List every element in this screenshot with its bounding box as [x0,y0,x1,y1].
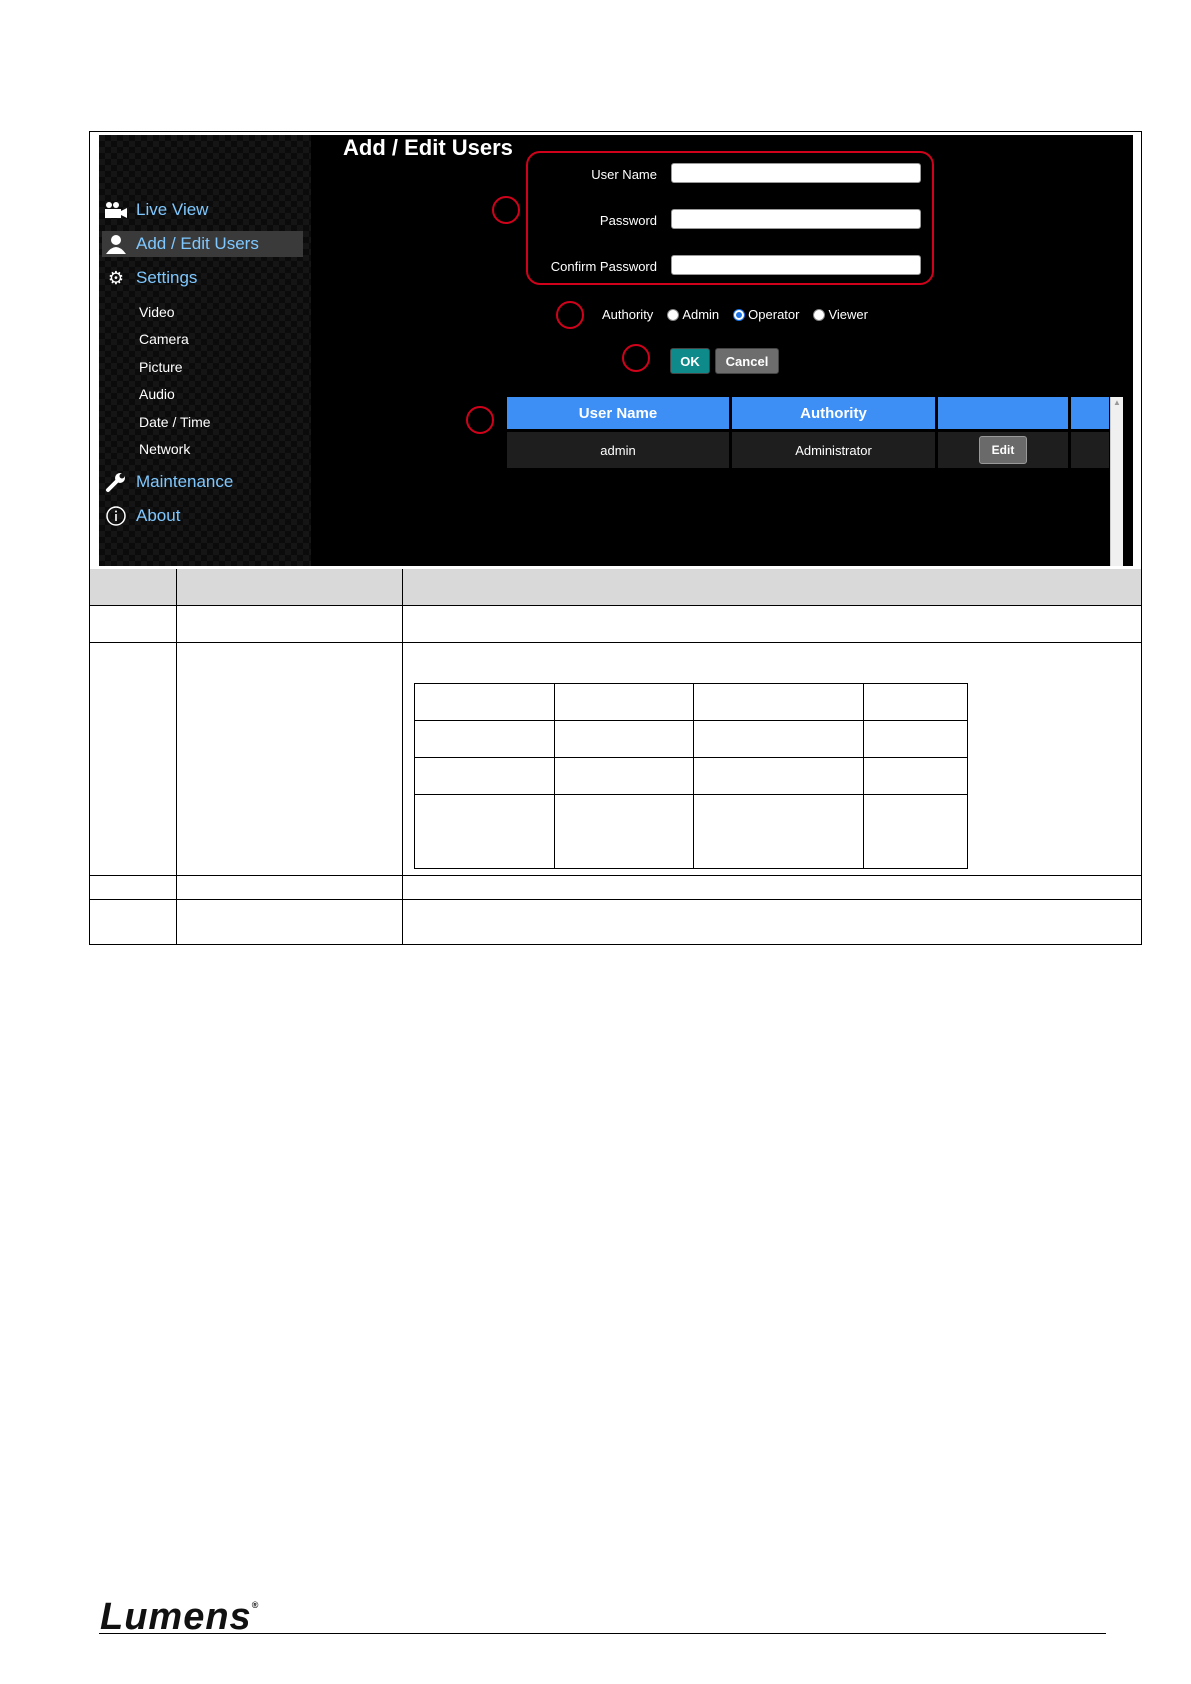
table-row [414,683,968,721]
password-input[interactable] [671,209,921,229]
settings-screenshot: Live View Add / Edit Users ⚙ Settings Vi… [99,135,1133,566]
nav-live-view-label: Live View [136,200,209,219]
user-icon [102,232,130,256]
authority-row: Authority Admin Operator Viewer [602,307,868,322]
cell-spacer [1071,432,1109,468]
authority-viewer-radio[interactable] [813,308,826,321]
ok-button[interactable]: OK [670,348,710,374]
table-cell [863,794,968,869]
nav-picture[interactable]: Picture [139,359,183,375]
users-table-scrollbar[interactable]: ▲ [1110,397,1123,566]
users-table-header: User Name Authority [507,397,1109,429]
table-cell [414,720,555,758]
page-title: Add / Edit Users [343,135,513,160]
doc-table-header [90,569,1141,605]
doc-table-column-rule [176,569,177,945]
gear-icon: ⚙ [107,267,125,288]
nav-live-view[interactable]: Live View [102,197,208,223]
header-spacer [1071,397,1109,429]
table-row [414,794,968,869]
authority-admin-label: Admin [682,307,720,322]
table-cell [693,794,864,869]
table-cell [554,683,694,721]
table-cell [414,683,555,721]
nav-audio[interactable]: Audio [139,386,175,402]
nav-maintenance[interactable]: Maintenance [102,469,233,495]
annotation-marker-3 [622,344,650,372]
cell-actions: Edit [938,432,1068,468]
table-cell [414,794,555,869]
cancel-button[interactable]: Cancel [715,348,779,374]
table-cell [554,757,694,795]
table-row [414,720,968,758]
nav-camera[interactable]: Camera [139,331,189,347]
user-name-input[interactable] [671,163,921,183]
doc-table-column-rule [402,569,403,945]
users-table: User Name Authority admin Administrator … [504,394,1112,471]
footer-rule [99,1633,1106,1634]
confirm-password-input[interactable] [671,255,921,275]
table-cell [863,720,968,758]
table-row [414,757,968,795]
scroll-up-icon[interactable]: ▲ [1111,397,1123,409]
logo-text: Lumens [100,1596,252,1638]
table-cell [693,720,864,758]
permissions-table [414,683,968,869]
info-icon [102,504,130,528]
nav-network[interactable]: Network [139,441,190,457]
header-actions [938,397,1068,429]
nav-video[interactable]: Video [139,304,175,320]
cell-authority: Administrator [732,432,935,468]
nav-add-edit-users[interactable]: Add / Edit Users [102,231,303,257]
registered-mark: ® [251,1600,260,1610]
nav-maintenance-label: Maintenance [136,472,234,491]
table-cell [693,757,864,795]
nav-about-label: About [136,506,181,525]
authority-label: Authority [602,307,654,322]
authority-operator-label: Operator [748,307,800,322]
nav-about[interactable]: About [102,503,180,529]
table-cell [863,683,968,721]
table-row: admin Administrator Edit [507,432,1109,468]
table-cell [693,683,864,721]
password-label: Password [599,213,657,228]
nav-add-edit-users-label: Add / Edit Users [136,234,259,253]
authority-admin-radio[interactable] [667,308,680,321]
doc-table-rule [89,605,1142,606]
nav-settings[interactable]: ⚙ Settings [102,265,198,291]
annotation-marker-2 [556,301,584,329]
video-camera-icon [102,198,130,222]
edit-button[interactable]: Edit [978,436,1028,464]
header-user-name: User Name [507,397,729,429]
header-authority: Authority [732,397,935,429]
table-cell [554,794,694,869]
sidebar: Live View Add / Edit Users ⚙ Settings Vi… [99,135,311,566]
cell-user-name: admin [507,432,729,468]
confirm-password-label: Confirm Password [550,259,657,274]
table-cell [863,757,968,795]
nav-settings-label: Settings [136,268,198,287]
doc-table-rule [89,642,1142,643]
user-name-label: User Name [591,167,657,182]
doc-table-rule [89,875,1142,876]
table-cell [414,757,555,795]
wrench-icon [102,470,130,494]
doc-table-rule [89,899,1142,900]
nav-date-time[interactable]: Date / Time [139,414,211,430]
authority-viewer-label: Viewer [828,307,868,322]
annotation-marker-4 [466,406,494,434]
table-cell [554,720,694,758]
authority-operator-radio[interactable] [733,308,746,321]
